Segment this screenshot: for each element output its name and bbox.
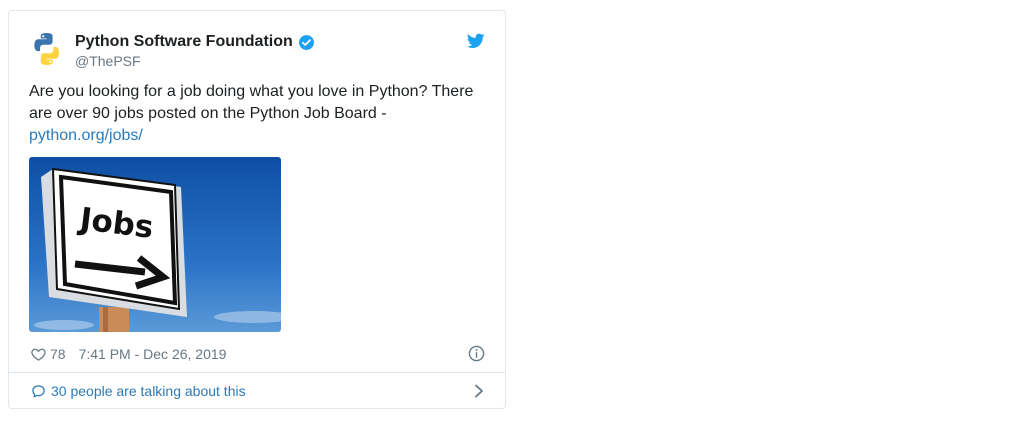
conversation-link[interactable]: 30 people are talking about this bbox=[31, 382, 485, 400]
like-count[interactable]: 78 bbox=[50, 346, 66, 362]
tweet-meta: 78 7:41 PM - Dec 26, 2019 bbox=[31, 344, 485, 364]
jobs-sign-image: Jobs bbox=[29, 157, 281, 332]
speech-bubble-icon bbox=[32, 384, 45, 397]
info-icon[interactable] bbox=[468, 345, 485, 362]
heart-icon[interactable] bbox=[31, 347, 46, 362]
author-handle[interactable]: @ThePSF bbox=[75, 53, 315, 69]
twitter-bird-icon[interactable] bbox=[467, 33, 485, 49]
chevron-right-icon[interactable] bbox=[473, 384, 485, 398]
tweet-text: Are you looking for a job doing what you… bbox=[29, 81, 487, 147]
verified-badge-icon bbox=[298, 34, 314, 50]
conversation-text[interactable]: 30 people are talking about this bbox=[51, 383, 246, 399]
tweet-timestamp[interactable]: 7:41 PM - Dec 26, 2019 bbox=[79, 346, 227, 362]
footer-divider bbox=[9, 372, 505, 373]
tweet-image[interactable]: Jobs bbox=[29, 157, 281, 332]
tweet-card: Python Software Foundation @ThePSF Are y… bbox=[8, 10, 506, 409]
author-display-name[interactable]: Python Software Foundation bbox=[75, 33, 293, 51]
author-block: Python Software Foundation @ThePSF bbox=[75, 32, 315, 69]
tweet-text-line-2: are over 90 jobs posted on the Python Jo… bbox=[29, 105, 387, 122]
tweet-header: Python Software Foundation @ThePSF bbox=[29, 31, 485, 71]
python-logo-icon[interactable] bbox=[29, 31, 65, 67]
tweet-text-line-1: Are you looking for a job doing what you… bbox=[29, 83, 474, 100]
author-name-row: Python Software Foundation bbox=[75, 32, 315, 52]
jobs-link[interactable]: python.org/jobs/ bbox=[29, 127, 143, 144]
